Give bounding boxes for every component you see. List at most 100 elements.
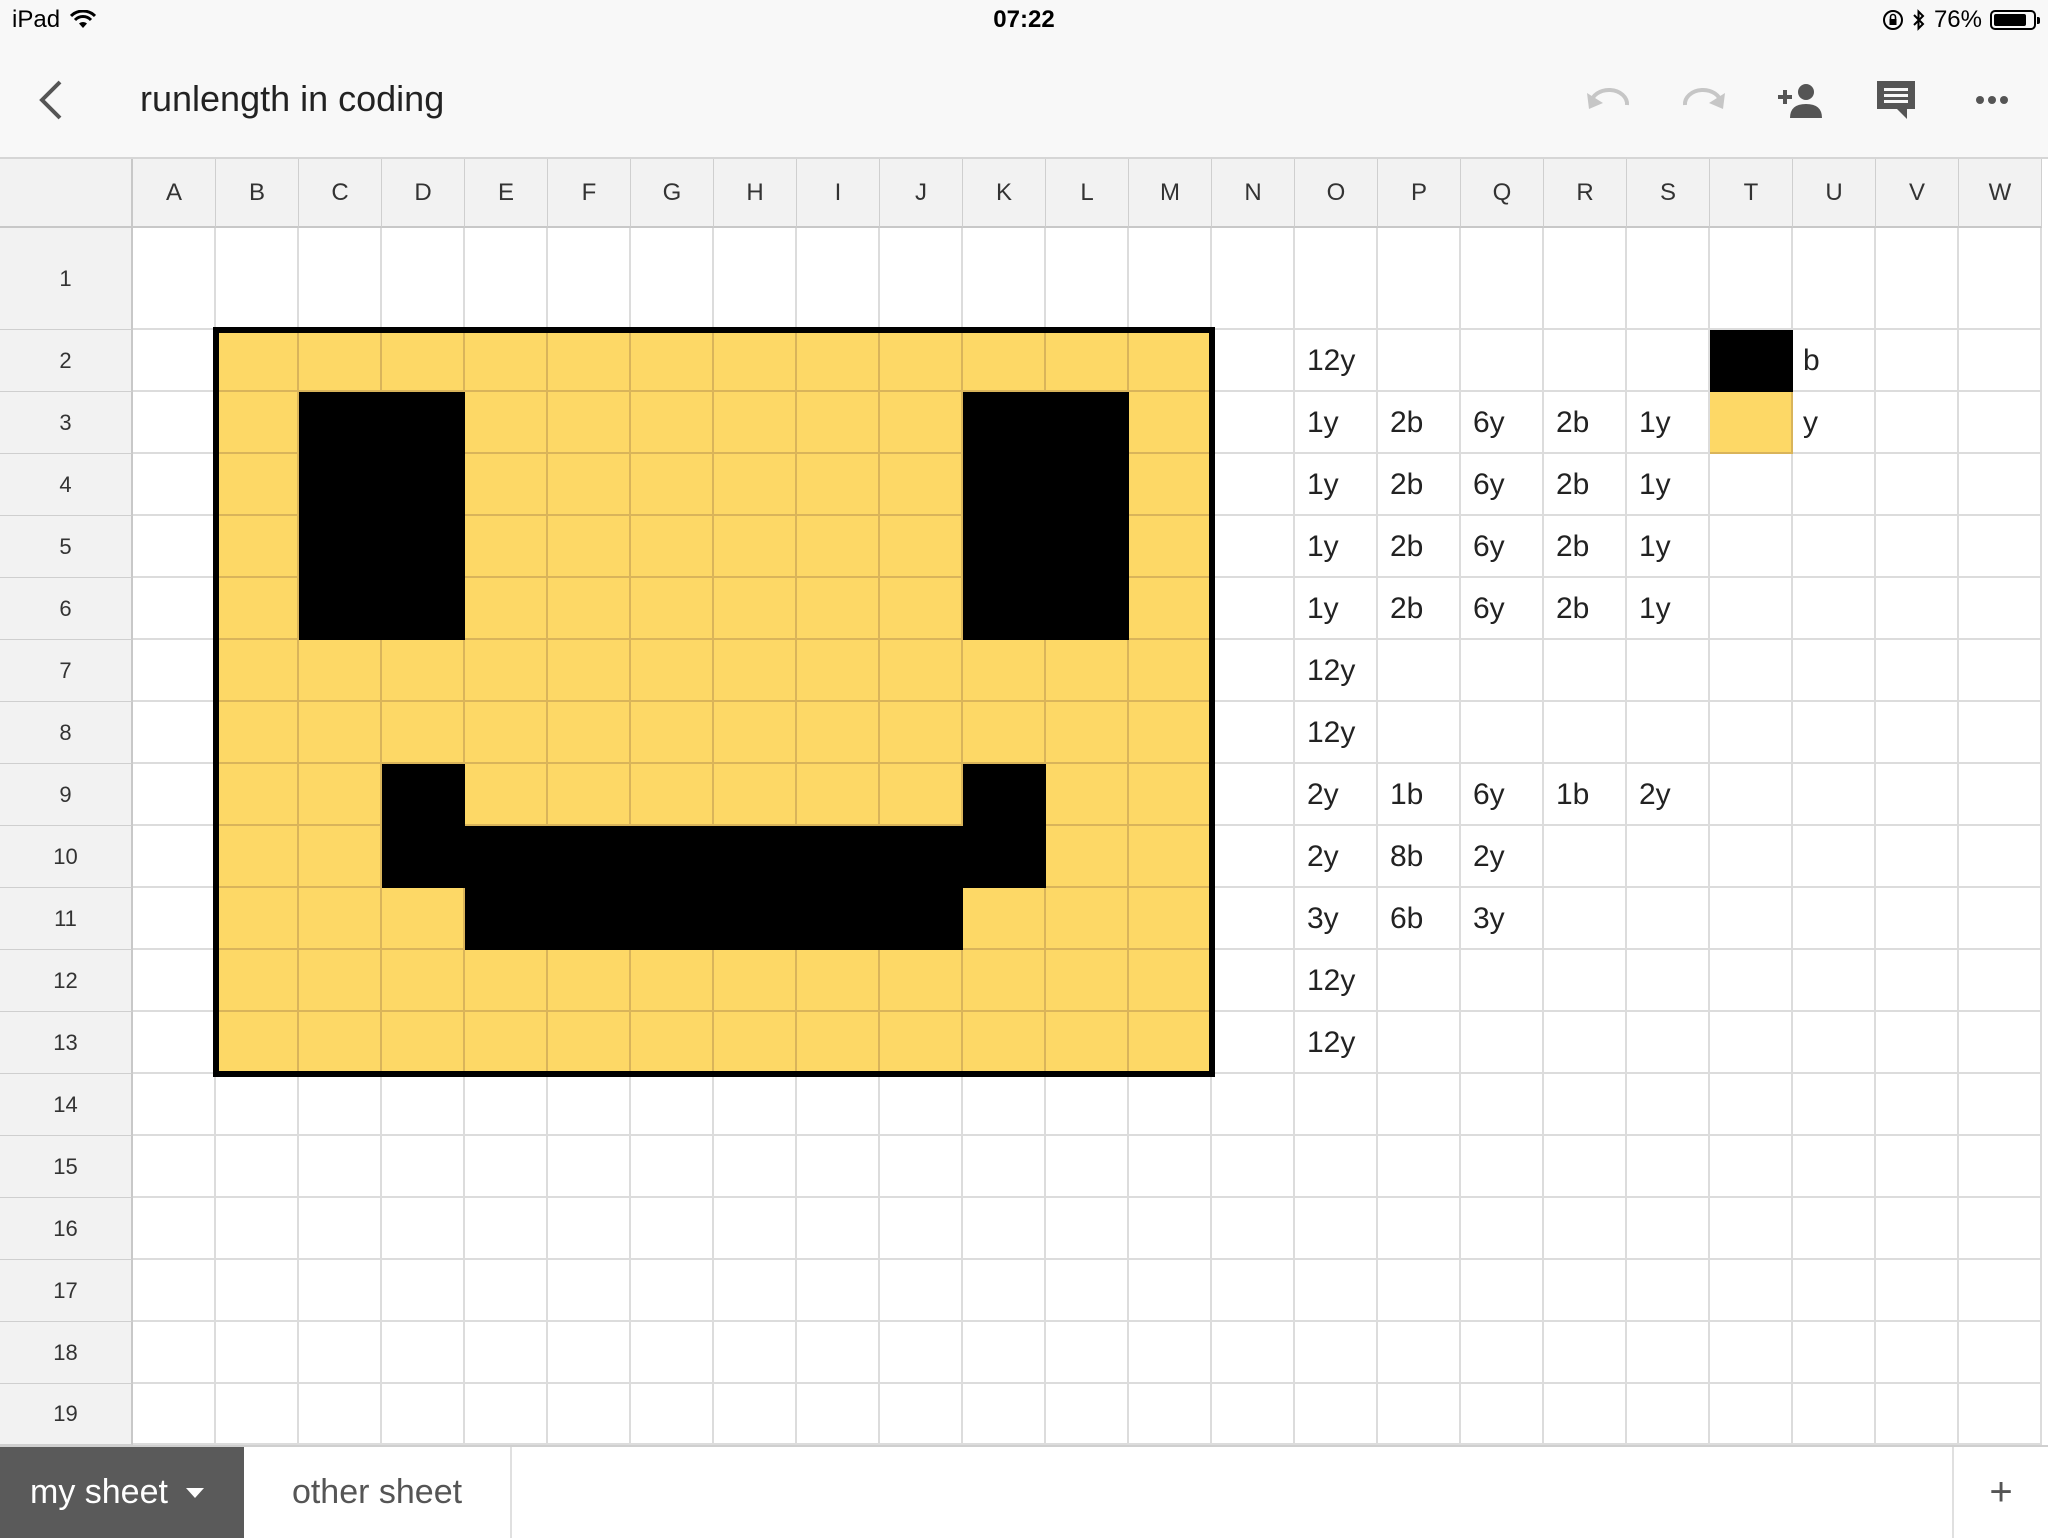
yellow-pixel-cell[interactable] [880,578,963,640]
cell-B16[interactable] [216,1198,299,1260]
cell-Q7[interactable] [1461,640,1544,702]
cell-D17[interactable] [382,1260,465,1322]
cell-Q8[interactable] [1461,702,1544,764]
yellow-pixel-cell[interactable] [880,1012,963,1074]
cell-N8[interactable] [1212,702,1295,764]
row-header-5[interactable]: 5 [0,516,133,578]
cell-P14[interactable] [1378,1074,1461,1136]
cell-Q1[interactable] [1461,228,1544,330]
yellow-pixel-cell[interactable] [216,888,299,950]
yellow-pixel-cell[interactable] [216,516,299,578]
cell-N18[interactable] [1212,1322,1295,1384]
cell-N12[interactable] [1212,950,1295,1012]
yellow-pixel-cell[interactable] [714,950,797,1012]
yellow-pixel-cell[interactable] [382,330,465,392]
yellow-pixel-cell[interactable] [1046,1012,1129,1074]
cell-W5[interactable] [1959,516,2042,578]
cell-R10[interactable] [1544,826,1627,888]
column-header-K[interactable]: K [963,159,1046,228]
cell-R12[interactable] [1544,950,1627,1012]
cell-S10[interactable] [1627,826,1710,888]
yellow-pixel-cell[interactable] [216,826,299,888]
cell-J16[interactable] [880,1198,963,1260]
cell-U18[interactable] [1793,1322,1876,1384]
cell-B18[interactable] [216,1322,299,1384]
cell-N11[interactable] [1212,888,1295,950]
yellow-pixel-cell[interactable] [714,392,797,454]
cell-W11[interactable] [1959,888,2042,950]
yellow-pixel-cell[interactable] [631,640,714,702]
yellow-pixel-cell[interactable] [1046,640,1129,702]
column-header-E[interactable]: E [465,159,548,228]
cell-W7[interactable] [1959,640,2042,702]
black-pixel-cell[interactable] [880,888,963,950]
yellow-pixel-cell[interactable] [548,454,631,516]
tab-other-sheet[interactable]: other sheet [244,1447,512,1538]
cell-V13[interactable] [1876,1012,1959,1074]
cell-I14[interactable] [797,1074,880,1136]
yellow-pixel-cell[interactable] [797,950,880,1012]
yellow-pixel-cell[interactable] [631,702,714,764]
cell-A16[interactable] [133,1198,216,1260]
cell-S7[interactable] [1627,640,1710,702]
cell-M18[interactable] [1129,1322,1212,1384]
cell-T11[interactable] [1710,888,1793,950]
cell-H14[interactable] [714,1074,797,1136]
cell-S8[interactable] [1627,702,1710,764]
yellow-pixel-cell[interactable] [216,578,299,640]
cell-U7[interactable] [1793,640,1876,702]
black-pixel-cell[interactable] [797,888,880,950]
cell-U11[interactable] [1793,888,1876,950]
yellow-pixel-cell[interactable] [382,640,465,702]
black-pixel-cell[interactable] [1046,578,1129,640]
column-header-W[interactable]: W [1959,159,2042,228]
cell-S17[interactable] [1627,1260,1710,1322]
cell-D19[interactable] [382,1384,465,1445]
cell-D15[interactable] [382,1136,465,1198]
add-sheet-button[interactable]: + [1952,1447,2048,1538]
cell-L19[interactable] [1046,1384,1129,1445]
cell-P12[interactable] [1378,950,1461,1012]
row-header-10[interactable]: 10 [0,826,133,888]
row-header-3[interactable]: 3 [0,392,133,454]
cell-P13[interactable] [1378,1012,1461,1074]
cell-W12[interactable] [1959,950,2042,1012]
cell-U9[interactable] [1793,764,1876,826]
yellow-pixel-cell[interactable] [216,702,299,764]
cell-C16[interactable] [299,1198,382,1260]
cell-W16[interactable] [1959,1198,2042,1260]
cell-R1[interactable] [1544,228,1627,330]
cell-N7[interactable] [1212,640,1295,702]
yellow-pixel-cell[interactable] [465,702,548,764]
cell-A2[interactable] [133,330,216,392]
cell-L18[interactable] [1046,1322,1129,1384]
black-pixel-cell[interactable] [631,888,714,950]
cell-U19[interactable] [1793,1384,1876,1445]
cell-A15[interactable] [133,1136,216,1198]
cell-V1[interactable] [1876,228,1959,330]
yellow-pixel-cell[interactable] [1046,702,1129,764]
cell-D16[interactable] [382,1198,465,1260]
cell-K1[interactable] [963,228,1046,330]
cell-S18[interactable] [1627,1322,1710,1384]
yellow-pixel-cell[interactable] [797,392,880,454]
cell-U13[interactable] [1793,1012,1876,1074]
cell-T1[interactable] [1710,228,1793,330]
cell-A4[interactable] [133,454,216,516]
cell-W2[interactable] [1959,330,2042,392]
cell-N4[interactable] [1212,454,1295,516]
cell-B1[interactable] [216,228,299,330]
yellow-pixel-cell[interactable] [216,330,299,392]
yellow-pixel-cell[interactable] [631,392,714,454]
cell-W8[interactable] [1959,702,2042,764]
yellow-pixel-cell[interactable] [548,392,631,454]
cell-D14[interactable] [382,1074,465,1136]
yellow-pixel-cell[interactable] [382,1012,465,1074]
cell-G14[interactable] [631,1074,714,1136]
black-pixel-cell[interactable] [963,578,1046,640]
cell-W14[interactable] [1959,1074,2042,1136]
column-header-J[interactable]: J [880,159,963,228]
yellow-pixel-cell[interactable] [1046,826,1129,888]
cell-N17[interactable] [1212,1260,1295,1322]
yellow-pixel-cell[interactable] [797,640,880,702]
